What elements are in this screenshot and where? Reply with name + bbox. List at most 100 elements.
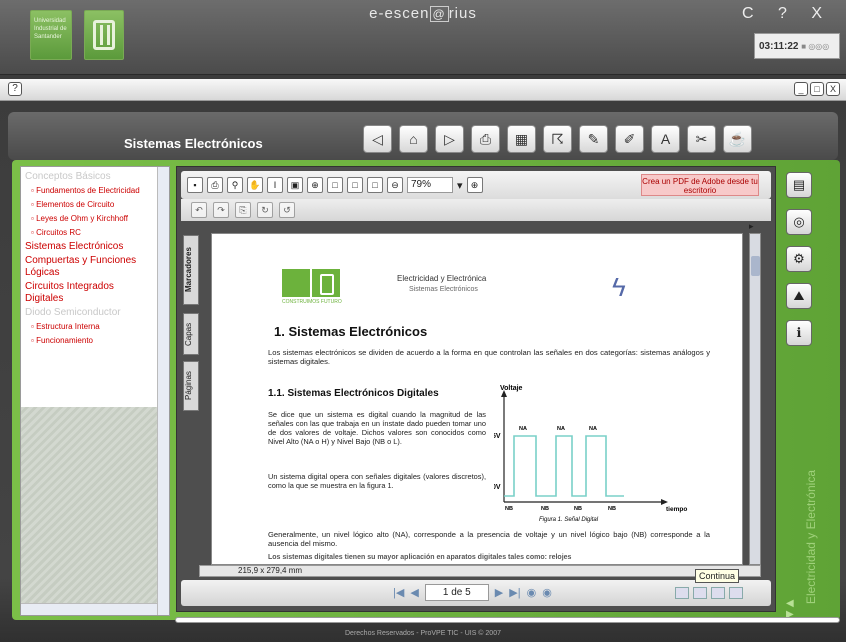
- lightning-icon: ϟ: [612, 272, 626, 302]
- footer: Derechos Reservados - ProVPE TIC - UIS ©…: [345, 630, 501, 637]
- page-size-status: 215,9 x 279,4 mm: [199, 565, 761, 577]
- close-button[interactable]: X: [826, 82, 840, 96]
- sitemap-icon[interactable]: ☈: [543, 125, 572, 153]
- document-logo-mark: [312, 269, 340, 297]
- zoom-field[interactable]: 79%: [407, 177, 453, 193]
- sidebar-item-fundamentos[interactable]: ▫ Fundamentos de Electricidad: [25, 185, 153, 197]
- forward-icon[interactable]: ▷: [435, 125, 464, 153]
- pdf-secondary-toolbar: ↶ ↷ ⎘ ↻ ↺: [181, 199, 771, 221]
- redo-icon[interactable]: ↷: [213, 202, 229, 218]
- last-page-icon[interactable]: ▶|: [509, 586, 520, 599]
- sidebar-item-elementos[interactable]: ▫ Elementos de Circuito: [25, 199, 153, 211]
- y-low-label: 0V: [494, 484, 501, 491]
- notes-icon[interactable]: ✐: [615, 125, 644, 153]
- doc-paragraph: Se dice que un sistema es digital cuando…: [268, 410, 486, 446]
- page-scrollbar[interactable]: [749, 233, 761, 565]
- sidebar-list: Conceptos Básicos ▫ Fundamentos de Elect…: [21, 167, 157, 353]
- sidebar-item-funcionamiento[interactable]: ▫ Funcionamiento: [25, 335, 153, 347]
- back-icon[interactable]: ◁: [363, 125, 392, 153]
- find-icon[interactable]: ⚲: [227, 177, 243, 193]
- prev-page-icon[interactable]: ◀: [410, 586, 418, 599]
- first-page-icon[interactable]: |◀: [393, 586, 404, 599]
- minimize-button[interactable]: _: [794, 82, 808, 96]
- page-indicator[interactable]: 1 de 5: [424, 584, 489, 601]
- doc-paragraph: Generalmente, un nivel lógico alto (NA),…: [268, 530, 710, 548]
- home-icon[interactable]: ⌂: [399, 125, 428, 153]
- print-icon[interactable]: ⎙: [207, 177, 223, 193]
- coffee-icon[interactable]: ☕: [723, 125, 752, 153]
- tab-marcadores[interactable]: Marcadores: [183, 235, 199, 305]
- side-tabs: Marcadores Capas Páginas: [183, 235, 199, 495]
- section-title: Sistemas Electrónicos: [124, 136, 263, 151]
- high-level-label: NA: [519, 426, 527, 432]
- inner-window-controls: _ □ X: [794, 82, 840, 96]
- fit-page-icon[interactable]: □: [347, 177, 363, 193]
- glossary-icon[interactable]: A: [651, 125, 680, 153]
- sidebar-item-circuitos-integrados[interactable]: Circuitos Integrados Digitales: [25, 281, 153, 305]
- view-mode-icons: [675, 587, 743, 599]
- tools-icon[interactable]: ✂: [687, 125, 716, 153]
- help-button[interactable]: ?: [8, 82, 22, 96]
- sidebar-item-sistemas[interactable]: Sistemas Electrónicos: [25, 241, 153, 253]
- high-level-label: NA: [589, 426, 597, 432]
- next-page-icon[interactable]: ▶: [495, 586, 503, 599]
- video-icon[interactable]: ⚙: [786, 246, 812, 272]
- window-controls[interactable]: C ? X: [742, 5, 832, 23]
- sidebar-item-circuitos-rc[interactable]: ▫ Circuitos RC: [25, 227, 153, 239]
- audio-icon[interactable]: ◎: [786, 209, 812, 235]
- snapshot-icon[interactable]: ▣: [287, 177, 303, 193]
- doc-paragraph: Los sistemas digitales tienen su mayor a…: [268, 554, 572, 561]
- copy-icon[interactable]: ⎘: [235, 202, 251, 218]
- text-select-icon[interactable]: I: [267, 177, 283, 193]
- create-pdf-button[interactable]: Crea un PDF de Adobe desde tu escritorio: [641, 174, 759, 196]
- top-bar: Universidad Industrial de Santander e-es…: [0, 0, 846, 75]
- secondary-bar: ? _ □ X: [0, 79, 846, 101]
- sidebar-scrollbar[interactable]: [157, 167, 169, 615]
- previous-view-icon[interactable]: ◉: [527, 586, 537, 599]
- pager: |◀ ◀ 1 de 5 ▶ ▶| ◉ ◉: [393, 584, 552, 601]
- right-rail: ▤ ◎ ⚙ ⛰ ℹ: [786, 172, 812, 346]
- fit-width-icon[interactable]: □: [367, 177, 383, 193]
- progress-track: [175, 617, 840, 623]
- doc-subheading: 1.1. Sistemas Electrónicos Digitales: [268, 388, 439, 399]
- info-icon[interactable]: ℹ: [786, 320, 812, 346]
- tab-paginas[interactable]: Páginas: [183, 361, 199, 411]
- course-watermark: Electricidad y Electrónica: [804, 470, 818, 605]
- panel-toggle-icon[interactable]: ▸: [749, 221, 759, 231]
- zoom-out-icon[interactable]: ⊖: [387, 177, 403, 193]
- document-icon[interactable]: ▤: [786, 172, 812, 198]
- image-icon[interactable]: ⛰: [786, 283, 812, 309]
- tab-capas[interactable]: Capas: [183, 313, 199, 355]
- save-icon[interactable]: ▪: [187, 177, 203, 193]
- maximize-button[interactable]: □: [810, 82, 824, 96]
- sidebar-item-leyes[interactable]: ▫ Leyes de Ohm y Kirchhoff: [25, 213, 153, 225]
- rotate-cw-icon[interactable]: ↻: [257, 202, 273, 218]
- chevron-down-icon[interactable]: ▾: [457, 179, 463, 192]
- brand-title: e-escen @ rius: [369, 5, 477, 22]
- single-page-icon[interactable]: [675, 587, 689, 599]
- zoom-in-icon[interactable]: ⊕: [466, 177, 483, 193]
- eraser-icon[interactable]: ✎: [579, 125, 608, 153]
- low-level-label: NB: [541, 506, 549, 512]
- document-logo: [282, 269, 310, 297]
- rotate-ccw-icon[interactable]: ↺: [279, 202, 295, 218]
- y-axis-label: Voltaje: [500, 385, 523, 392]
- actual-size-icon[interactable]: □: [327, 177, 343, 193]
- continuous-icon[interactable]: [693, 587, 707, 599]
- sidebar-item-compuertas[interactable]: Compuertas y Funciones Lógicas: [25, 255, 153, 279]
- calculator-icon[interactable]: ▦: [507, 125, 536, 153]
- sidebar-hscrollbar[interactable]: [21, 603, 157, 615]
- zoom-in-tool-icon[interactable]: ⊕: [307, 177, 323, 193]
- undo-icon[interactable]: ↶: [191, 202, 207, 218]
- facing-icon[interactable]: [711, 587, 725, 599]
- doc-paragraph: Un sistema digital opera con señales dig…: [268, 472, 486, 490]
- low-level-label: NB: [505, 506, 513, 512]
- print-icon[interactable]: ⎙: [471, 125, 500, 153]
- logo-caption: CONSTRUIMOS FUTURO: [282, 299, 342, 305]
- continuous-facing-icon[interactable]: [729, 587, 743, 599]
- pdf-toolbar: ▪ ⎙ ⚲ ✋ I ▣ ⊕ □ □ □ ⊖ 79% ▾ ⊕ Crea un PD…: [181, 171, 771, 199]
- tooltip: Continua: [695, 569, 740, 583]
- hand-tool-icon[interactable]: ✋: [247, 177, 263, 193]
- next-view-icon[interactable]: ◉: [542, 586, 552, 599]
- sidebar-item-estructura[interactable]: ▫ Estructura Interna: [25, 321, 153, 333]
